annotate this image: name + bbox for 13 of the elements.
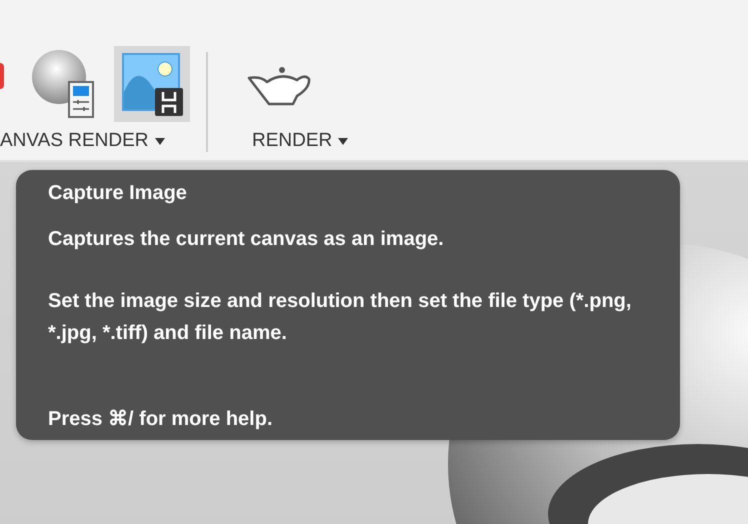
toolbar-button[interactable]	[114, 46, 190, 122]
teapot-icon	[247, 64, 311, 108]
caret-icon[interactable]	[154, 138, 165, 144]
group-label[interactable]: ANVAS RENDER	[0, 130, 149, 152]
tooltip-text: Press ⌘/ for more help.	[48, 407, 274, 432]
tooltip-title: Capture Image	[48, 182, 188, 205]
tooltip-text: Set the image size and resolution then set the file type (*.png, *.jpg, *.tiff) and file name.	[48, 289, 632, 346]
sphere-settings-icon	[31, 49, 97, 119]
group-label[interactable]: RENDER	[252, 130, 332, 152]
tooltip-text: Captures the current canvas as an image.	[48, 227, 445, 252]
toolbar-button[interactable]	[247, 64, 311, 108]
image-save-icon	[121, 52, 183, 116]
caret-icon[interactable]	[338, 138, 348, 144]
